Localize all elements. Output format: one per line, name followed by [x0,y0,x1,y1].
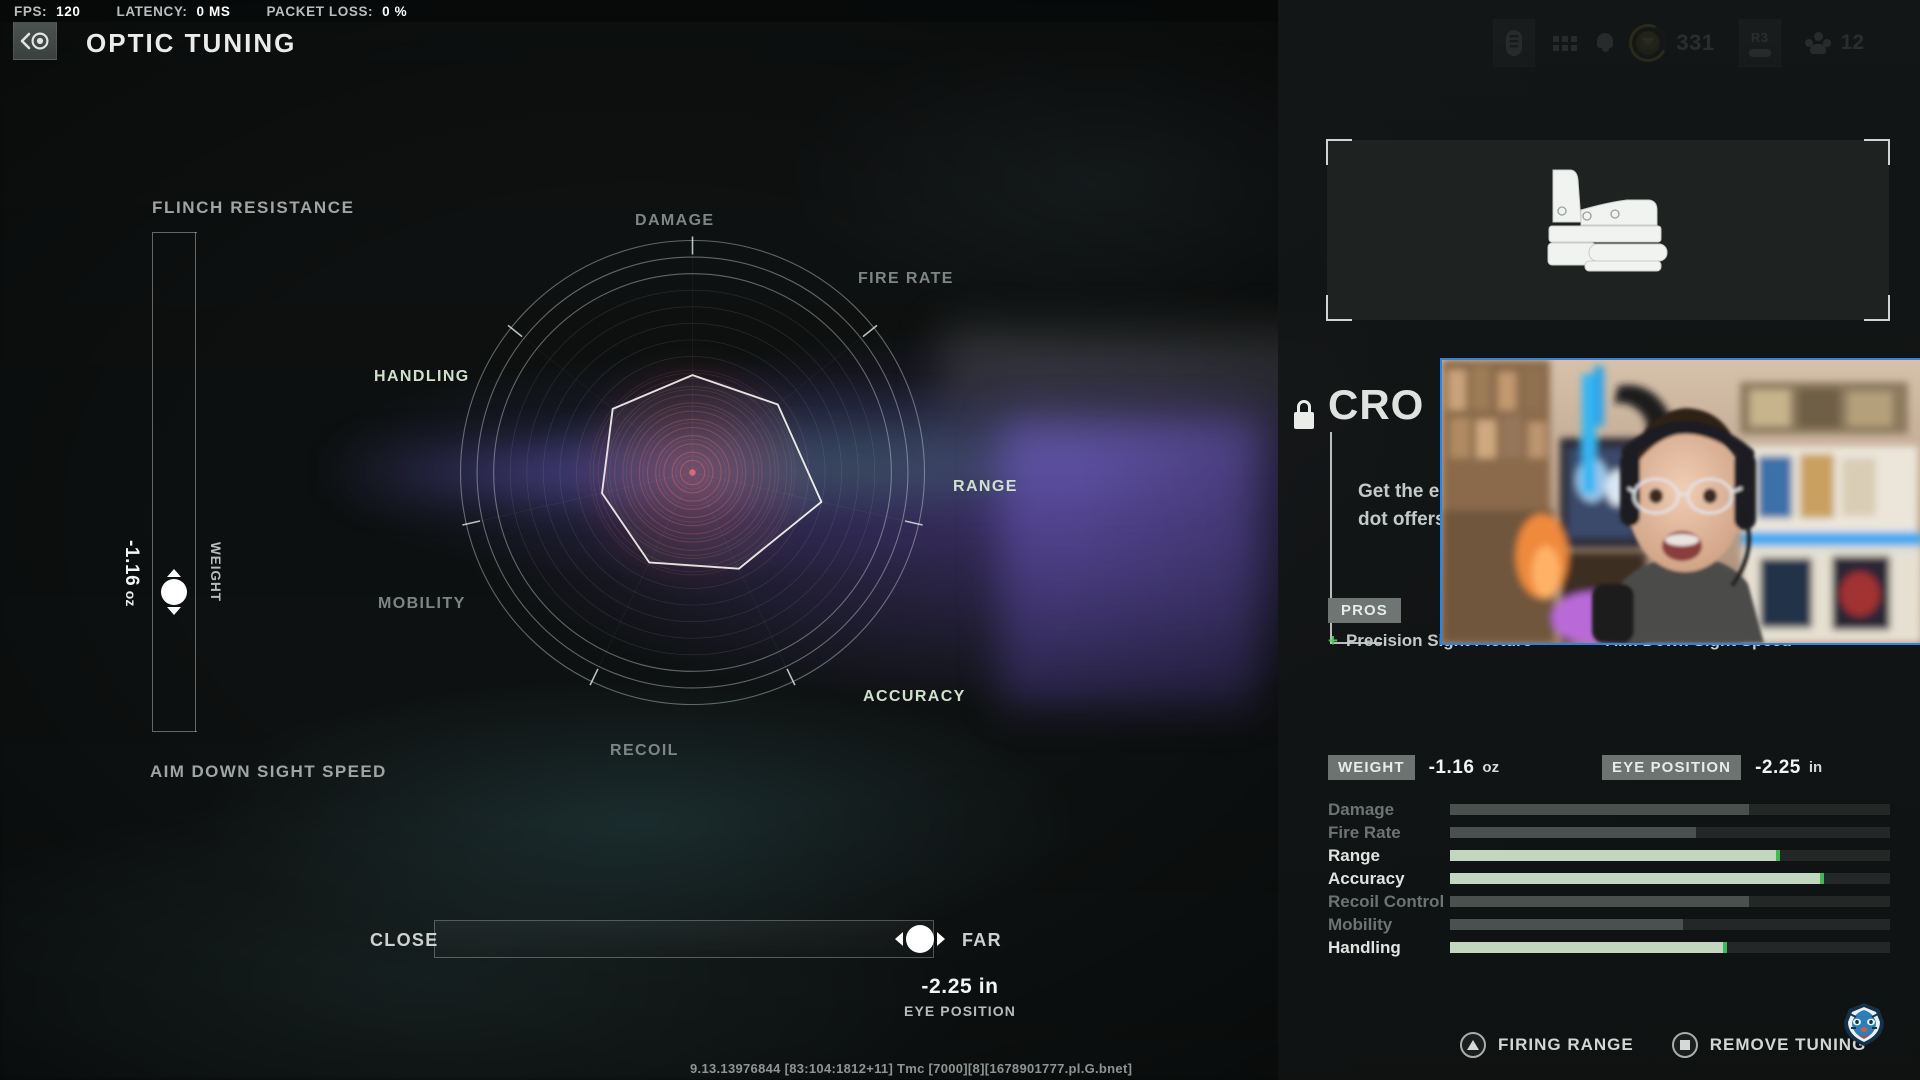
perf-latency-value: 0 MS [196,3,231,19]
pros-tag: PROS [1328,598,1401,623]
perf-latency: LATENCY: 0 MS [116,4,230,19]
weapon-stats-radar-chart [455,235,930,710]
triangle-button-icon [1460,1032,1486,1058]
stat-name: Fire Rate [1328,822,1401,842]
stat-track [1450,896,1890,907]
stat-name: Recoil Control [1328,891,1445,911]
stat-row: Accuracy [1328,867,1890,890]
stat-track [1450,873,1890,884]
radar-label-accuracy: ACCURACY [863,688,966,705]
attachment-name: CRO [1328,381,1425,428]
weight-unit: oz [123,590,139,607]
slider-up-arrow-icon [167,569,181,577]
stat-fill [1450,850,1780,861]
build-version-text: 9.13.13976844 [83:104:1812+11] Tmc [7000… [690,1061,1133,1076]
red-dot-sight-icon [1547,169,1668,272]
stat-track [1450,850,1890,861]
stat-name: Damage [1328,799,1395,819]
slider-handle-icon [906,925,934,953]
eye-position-slider-track[interactable] [434,920,934,958]
eye-position-slider-knob[interactable] [886,922,954,956]
stat-row: Damage [1328,798,1890,821]
perf-packet-loss-label: PACKET LOSS: [266,3,374,19]
stat-track [1450,919,1890,930]
eye-position-tuning-readout: EYE POSITION -2.25 in [1602,755,1822,780]
square-button-icon [1671,1032,1698,1058]
weapon-stat-bars: Damage Fire Rate Range Accuracy Recoil Contr… [1328,798,1890,959]
footer-actions: FIRING RANGE REMOVE TUNING [1460,1032,1866,1058]
tiger-emblem-icon [1844,1003,1884,1046]
perf-fps-label: FPS: [14,3,48,19]
eye-position-tuning-unit: in [1808,759,1823,776]
weight-tuning-unit: oz [1482,759,1500,776]
eye-position-tag: EYE POSITION [1602,755,1742,780]
weight-value: -1.16 [121,540,142,587]
perf-fps: FPS: 120 [14,4,80,19]
stat-name: Accuracy [1328,868,1405,888]
pro-sign: + [1328,631,1338,650]
stat-fill [1450,873,1824,884]
weight-readout: -1.16 oz WEIGHT [96,540,284,606]
eye-position-far-label: FAR [962,930,1002,950]
stat-row: Range [1328,844,1890,867]
stat-track [1450,942,1890,953]
slider-right-arrow-icon [937,932,945,946]
stat-name: Range [1328,845,1380,865]
stat-delta-cap [1820,873,1824,884]
radar-label-recoil: RECOIL [610,742,679,759]
radar-label-damage: DAMAGE [635,212,715,229]
stat-row: Fire Rate [1328,821,1890,844]
stat-fill [1450,827,1697,838]
perf-packet-loss-value: 0 % [382,3,408,19]
radar-label-range: RANGE [953,478,1018,495]
stat-track [1450,827,1890,838]
streamer-webcam-overlay [1440,358,1920,645]
eye-position-tuning-value: -2.25 [1755,756,1801,778]
back-chevron-reticle-icon [20,32,49,50]
slider-handle-icon [161,579,187,605]
weight-slider-knob[interactable] [154,564,194,620]
back-button[interactable] [13,22,57,60]
attachment-preview-box [1326,139,1890,321]
page-title: OPTIC TUNING [86,28,297,58]
ads-speed-label: AIM DOWN SIGHT SPEED [150,762,387,781]
stat-name: Mobility [1328,914,1393,934]
slider-down-arrow-icon [167,607,181,615]
radar-label-handling: HANDLING [374,368,470,385]
optic-tuning-screen: FPS: 120 LATENCY: 0 MS PACKET LOSS: 0 % … [0,0,1920,1080]
stat-fill [1450,919,1684,930]
stat-row: Mobility [1328,913,1890,936]
stat-fill [1450,896,1750,907]
lock-icon [1292,400,1316,432]
radar-label-fire-rate: FIRE RATE [858,270,954,287]
weight-tuning-readout: WEIGHT -1.16 oz [1328,755,1499,780]
flinch-resistance-label: FLINCH RESISTANCE [152,198,355,217]
stat-fill [1450,942,1728,953]
stat-row: Recoil Control [1328,890,1890,913]
stat-row: Handling [1328,936,1890,959]
weight-slider-track[interactable] [152,232,197,732]
radar-label-mobility: MOBILITY [378,595,466,612]
firing-range-button[interactable]: FIRING RANGE [1460,1032,1634,1058]
firing-range-label: FIRING RANGE [1498,1035,1634,1054]
stat-delta-cap [1723,942,1728,953]
stat-track [1450,804,1890,815]
weight-tag: WEIGHT [1328,755,1415,780]
weight-tuning-value: -1.16 [1428,756,1475,778]
perf-latency-label: LATENCY: [116,3,188,19]
stat-name: Handling [1328,937,1401,957]
stat-fill [1450,804,1750,815]
perf-packet-loss: PACKET LOSS: 0 % [266,4,407,19]
slider-left-arrow-icon [895,932,903,946]
perf-fps-value: 120 [56,3,81,19]
eye-position-close-label: CLOSE [370,930,439,950]
stat-delta-cap [1776,850,1780,861]
webcam-feed [1442,360,1920,643]
weight-caption: WEIGHT [208,542,224,602]
